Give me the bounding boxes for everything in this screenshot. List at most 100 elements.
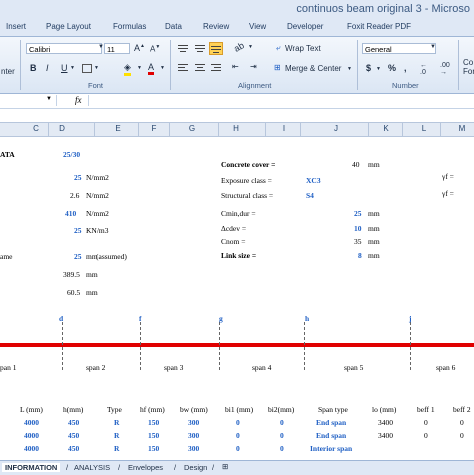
table-cell[interactable]: 0 [236,431,240,440]
table-cell[interactable]: 4000 [24,444,39,453]
table-cell[interactable]: 300 [188,444,199,453]
decrease-decimal-icon[interactable]: .00 → [440,62,450,76]
function-icon[interactable]: fx [75,95,82,105]
increase-indent-icon[interactable]: ⇥ [250,62,257,71]
underline-button[interactable]: U [61,63,68,73]
table-cell[interactable]: 0 [460,418,464,427]
font-size-dropdown[interactable]: 11 [104,43,130,54]
table-cell[interactable]: R [114,431,119,440]
column-header-k[interactable]: K [376,124,396,133]
tab-page-layout[interactable]: Page Layout [46,22,91,31]
table-cell[interactable]: 0 [280,431,284,440]
chevron-down-icon[interactable]: ▼ [137,65,142,71]
chevron-down-icon[interactable]: ▼ [94,65,99,71]
shrink-font-icon[interactable]: A▼ [150,44,160,54]
column-header-g[interactable]: G [182,124,202,133]
table-cell[interactable]: R [114,444,119,453]
chevron-down-icon[interactable]: ▼ [376,66,381,72]
table-cell[interactable]: 0 [236,444,240,453]
dcdev-value[interactable]: 10 [354,224,362,233]
value-3[interactable]: 410 [65,209,76,218]
grow-font-icon[interactable]: A▲ [134,43,145,53]
table-cell[interactable]: 300 [188,418,199,427]
chevron-down-icon[interactable]: ▼ [46,96,52,102]
value-1[interactable]: 25 [74,173,82,182]
column-header-c[interactable]: C [26,124,46,133]
tab-review[interactable]: Review [203,22,229,31]
merge-center-button[interactable]: Merge & Center [285,64,341,73]
column-header-i[interactable]: I [274,124,294,133]
table-cell[interactable]: Interior span [310,444,352,453]
bold-button[interactable]: B [30,63,37,73]
table-cell[interactable]: 0 [280,418,284,427]
merge-icon[interactable]: ⊞ [274,63,281,72]
link-value[interactable]: 8 [358,251,362,260]
cover-value[interactable]: 40 [352,160,360,169]
chevron-down-icon[interactable]: ▼ [160,65,165,71]
table-cell[interactable]: 150 [148,431,159,440]
table-cell[interactable]: 4000 [24,431,39,440]
align-bottom-button[interactable] [209,42,223,55]
italic-button[interactable]: I [46,63,49,73]
tab-developer[interactable]: Developer [287,22,323,31]
table-cell[interactable]: 450 [68,444,79,453]
tab-view[interactable]: View [249,22,266,31]
decrease-indent-icon[interactable]: ⇤ [232,62,239,71]
wrap-text-icon[interactable]: ⤶ [276,43,280,53]
column-header-l[interactable]: L [414,124,434,133]
sheet-tab-analysis[interactable]: ANALYSIS [74,463,110,472]
table-cell[interactable]: 0 [236,418,240,427]
column-header-d[interactable]: D [52,124,72,133]
column-header-e[interactable]: E [108,124,128,133]
column-header-j[interactable]: J [326,124,346,133]
tab-formulas[interactable]: Formulas [113,22,146,31]
value-2[interactable]: 2.6 [70,191,79,200]
value-6[interactable]: 389.5 [63,270,80,279]
name-box[interactable]: ▼ [0,95,57,106]
value-7[interactable]: 60.5 [67,288,80,297]
tab-foxit[interactable]: Foxit Reader PDF [347,22,411,31]
insert-sheet-icon[interactable]: ⊞ [222,462,228,471]
cnom-value[interactable]: 35 [354,237,362,246]
table-cell[interactable]: 450 [68,418,79,427]
fill-color-icon[interactable]: ◈ [124,62,131,76]
structural-value[interactable]: S4 [306,191,314,200]
percent-button[interactable]: % [388,63,396,73]
table-cell[interactable]: End span [316,431,346,440]
increase-decimal-icon[interactable]: ← .0 [420,62,427,76]
exposure-value[interactable]: XC3 [306,176,321,185]
wrap-text-button[interactable]: Wrap Text [285,44,321,53]
table-cell[interactable]: 150 [148,444,159,453]
table-cell[interactable]: 300 [188,431,199,440]
number-format-dropdown[interactable]: General [362,43,436,54]
borders-icon[interactable] [82,64,92,73]
chevron-down-icon[interactable]: ▼ [430,44,436,50]
cond-format-label-b[interactable]: Form [463,67,474,76]
column-header-m[interactable]: M [452,124,472,133]
table-cell[interactable]: End span [316,418,346,427]
table-cell[interactable]: 0 [424,431,428,440]
column-header-h[interactable]: H [226,124,246,133]
comma-style-icon[interactable]: , [404,63,407,73]
table-cell[interactable]: 0 [460,431,464,440]
sheet-tab-design[interactable]: Design [184,463,207,472]
table-cell[interactable]: R [114,418,119,427]
table-cell[interactable]: 3400 [378,418,393,427]
formula-input[interactable] [88,95,474,106]
sheet-tab-envelopes[interactable]: Envelopes [128,463,163,472]
tab-data[interactable]: Data [165,22,182,31]
value-5[interactable]: 25 [74,252,82,261]
table-cell[interactable]: 150 [148,418,159,427]
table-cell[interactable]: 0 [280,444,284,453]
table-cell[interactable]: 0 [424,418,428,427]
chevron-down-icon[interactable]: ▼ [347,66,352,72]
table-cell[interactable]: 4000 [24,418,39,427]
cond-format-label-a[interactable]: Co [463,58,473,67]
value-4[interactable]: 25 [74,226,82,235]
table-cell[interactable]: 450 [68,431,79,440]
currency-button[interactable]: $ [366,63,371,73]
font-name-dropdown[interactable]: Calibri [26,43,102,54]
sheet-tab-information[interactable]: INFORMATION [2,463,61,472]
concrete-class-value[interactable]: 25/30 [63,150,80,159]
chevron-down-icon[interactable]: ▼ [248,44,253,50]
